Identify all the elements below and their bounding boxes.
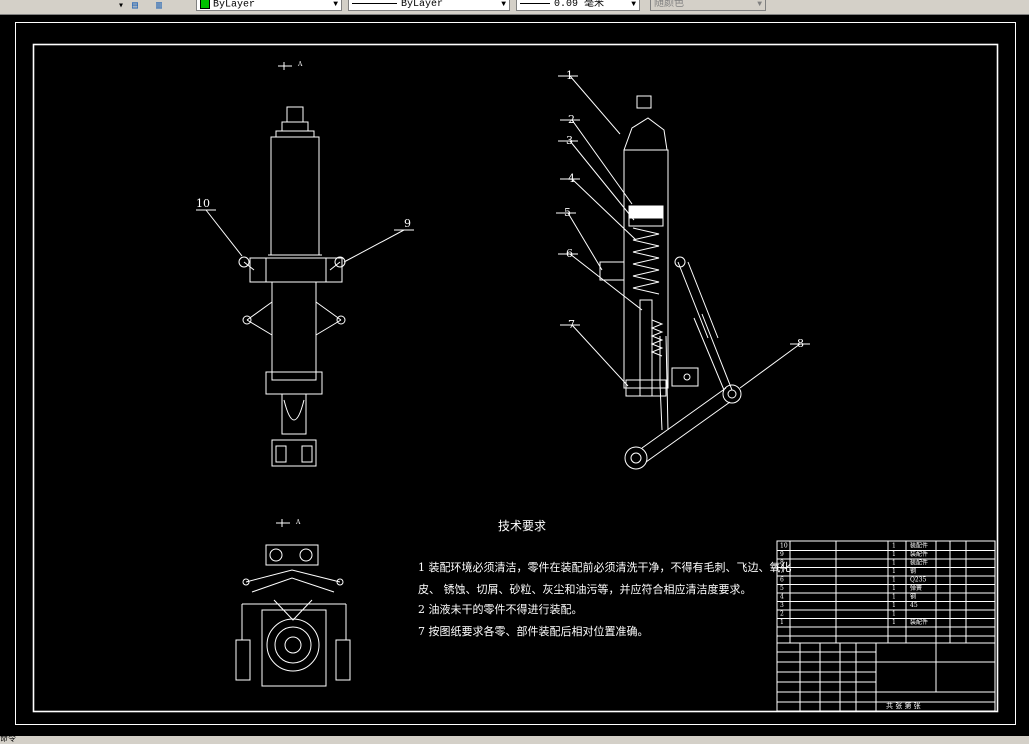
drawing-canvas[interactable]: 10 9 1 2 3 4 5 6 7 8 A A 技术要求 1 装配环境必须清洁… [0,14,1029,736]
bom-row-quantity: 1 [892,577,896,584]
lineweight-select[interactable]: 0.09 毫米 ▼ [516,0,640,11]
bom-row-number: 4 [780,594,784,601]
plotstyle-select: 随颜色 ▼ [650,0,766,11]
title-block [776,540,996,712]
callout-8: 8 [797,337,804,350]
bom-row-material: 弹簧 [910,584,922,592]
sheet-border [15,22,1016,725]
chevron-down-icon: ▼ [631,0,636,9]
linetype-select[interactable]: ByLayer ▼ [348,0,510,11]
callout-7: 7 [568,318,575,331]
bom-row-material: Q235 [910,577,927,584]
title-block-footer: 共 张 第 张 [886,701,921,710]
technical-notes: 技术要求 1 装配环境必须清洁，零件在装配前必须清洗干净，不得有毛刺、飞边、氧化… [418,519,792,638]
callout-5: 5 [564,206,571,219]
callout-1: 1 [566,69,573,82]
bom-row-material: 装配件 [910,542,928,550]
bom-row-quantity: 1 [892,619,896,626]
bom-row-number: 2 [780,611,784,618]
lineweight-sample-icon [520,2,550,4]
callout-6: 6 [566,247,573,260]
section-view [556,75,810,470]
bom-row-number: 9 [780,551,784,558]
chevron-down-icon: ▼ [333,0,338,9]
bom-row-number: 1 [780,619,784,626]
bom-row-number: 8 [780,560,784,567]
bom-row-quantity: 1 [892,594,896,601]
bom-row-number: 7 [780,568,784,575]
layer-match-icon[interactable]: ▤ [132,0,138,12]
view-marker-bottom: A [295,519,301,526]
status-bar: 命令 [0,736,1029,744]
bom-row-number: 3 [780,602,784,609]
callout-4: 4 [568,172,575,185]
chevron-down-icon: ▼ [501,0,506,9]
bom-row-material: 装配件 [910,559,928,567]
command-prompt: 命令 [0,735,16,744]
callout-9: 9 [404,217,411,230]
bom-row-quantity: 1 [892,560,896,567]
bom-row-quantity: 1 [892,543,896,550]
layer-previous-icon[interactable]: ▥ [156,0,162,12]
note-line-4: 7 按图纸要求各零、部件装配后相对位置准确。 [418,624,649,638]
linetype-value: ByLayer [401,0,444,10]
bom-row-quantity: 1 [892,585,896,592]
linetype-sample-icon [352,2,397,4]
bom-row-quantity: 1 [892,551,896,558]
view-marker-top: A [297,61,303,68]
callout-3: 3 [566,134,573,147]
callout-2: 2 [568,113,575,126]
bom-row-quantity: 1 [892,568,896,575]
color-swatch-icon [200,0,210,9]
bom-row-quantity: 1 [892,602,896,609]
bom-row-material: 钢 [910,567,916,575]
note-line-2: 皮、 锈蚀、切屑、砂粒、灰尘和油污等，并应符合相应清洁度要求。 [418,582,752,596]
color-value: ByLayer [213,0,256,11]
bom-row-material: 45 [910,602,918,609]
note-line-1: 1 装配环境必须清洁，零件在装配前必须清洗干净，不得有毛刺、飞边、氧化 [418,560,792,574]
notes-title: 技术要求 [498,519,546,533]
bom-row-material: 钢 [910,593,916,601]
plotstyle-value: 随颜色 [654,0,684,10]
bom-row-quantity: 1 [892,611,896,618]
color-select[interactable]: ByLayer ▼ [196,0,342,11]
callout-10: 10 [196,197,210,210]
dropdown-arrow-icon[interactable]: ▾ [118,0,124,12]
properties-toolbar: ▾ ▤ ▥ ByLayer ▼ ByLayer ▼ 0.09 毫米 ▼ 随颜色 … [0,0,1029,15]
bom-row-number: 5 [780,585,784,592]
bom-row-material: 装配件 [910,550,928,558]
chevron-down-icon: ▼ [757,0,762,9]
bom-row-number: 10 [780,543,788,550]
bom-row-number: 6 [780,577,784,584]
lineweight-value: 0.09 毫米 [554,0,605,10]
bom-row-material: 装配件 [910,618,928,626]
note-line-3: 2 油液未干的零件不得进行装配。 [418,602,583,616]
bottom-view [235,519,351,687]
front-view [196,62,414,467]
